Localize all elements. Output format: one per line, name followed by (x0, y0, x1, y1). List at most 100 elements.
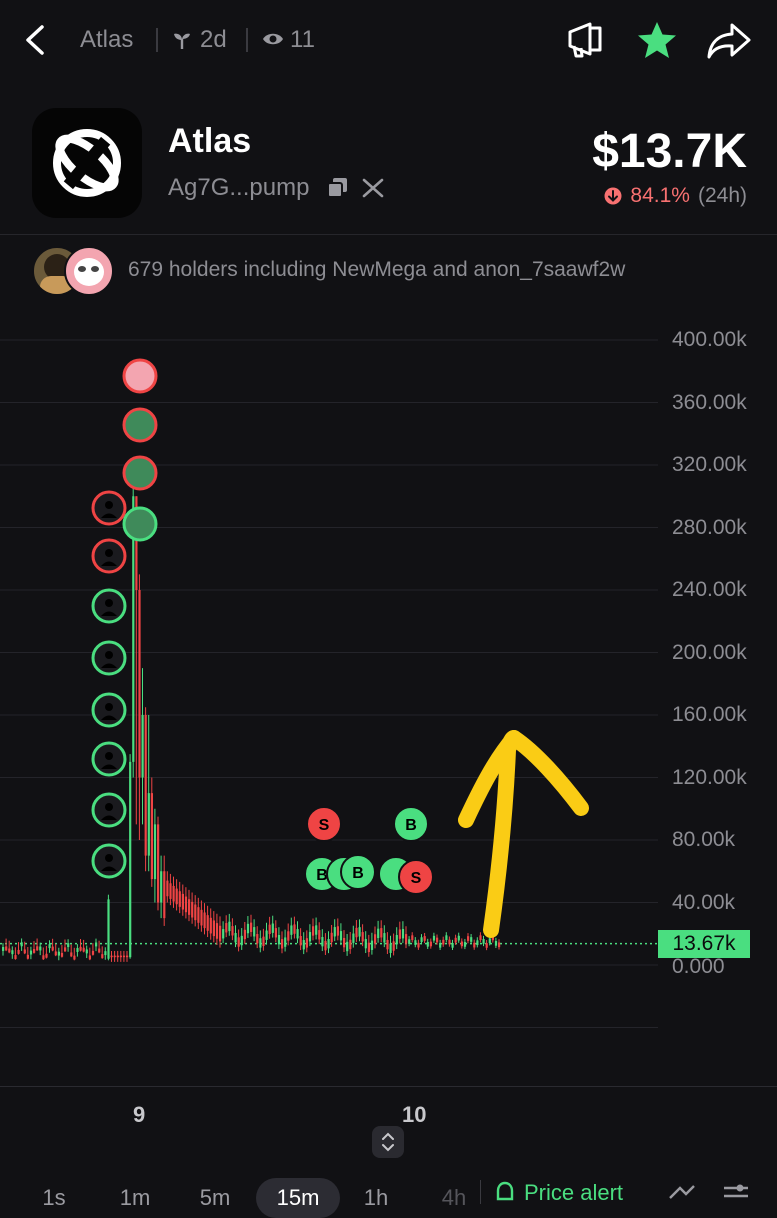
sprout-icon (174, 33, 190, 49)
price-change-row: 84.1% (24h) (604, 184, 747, 208)
token-price: $13.7K (592, 125, 747, 178)
candle (448, 939, 451, 945)
trader-marker-head (105, 803, 113, 811)
back-chevron-left-icon[interactable] (22, 24, 48, 56)
megaphone-icon[interactable] (564, 20, 606, 60)
candle (178, 891, 181, 907)
candle (219, 925, 222, 942)
candle (324, 940, 327, 951)
copy-icon[interactable] (326, 176, 350, 200)
timeframe-15m-selected[interactable]: 15m (256, 1178, 340, 1218)
chart-canvas[interactable]: S B B B S (0, 322, 777, 1092)
candle (355, 927, 358, 938)
expand-chart-button[interactable] (372, 1126, 404, 1158)
x-logo-icon[interactable] (362, 178, 384, 198)
candle (333, 927, 336, 937)
whale-marker (122, 455, 158, 491)
arrow-head-annotation (458, 730, 589, 828)
y-tick-label: 360.00k (672, 391, 747, 414)
timeframe-1m[interactable]: 1m (112, 1178, 158, 1218)
timeframe-5m[interactable]: 5m (192, 1178, 238, 1218)
holders-summary[interactable]: 679 holders including NewMega and anon_7… (128, 258, 625, 282)
candle (212, 920, 215, 937)
x-axis-line (0, 1086, 777, 1087)
candle (126, 955, 129, 958)
candle (432, 935, 436, 941)
y-tick-label: 280.00k (672, 516, 747, 539)
candle (119, 955, 122, 958)
token-name: Atlas (168, 122, 252, 160)
candle (51, 946, 54, 951)
candle (95, 942, 98, 947)
candle (5, 946, 8, 951)
candle (91, 950, 95, 955)
candle (225, 923, 228, 933)
candle (82, 947, 85, 952)
candle (206, 915, 209, 931)
settings-sliders-icon[interactable] (722, 1182, 750, 1200)
candle (113, 955, 116, 958)
price-alert-button[interactable]: Price alert (494, 1180, 623, 1206)
candle (2, 947, 5, 951)
view-count: 11 (290, 26, 315, 53)
y-tick-label: 80.00k (672, 828, 736, 851)
timeframe-1h[interactable]: 1h (356, 1178, 396, 1218)
candle (274, 928, 277, 938)
trader-marker-head (105, 599, 113, 607)
draw-line-icon[interactable] (668, 1184, 696, 1200)
candle (163, 871, 166, 919)
candle (33, 948, 36, 953)
candle (175, 888, 178, 905)
candle (234, 933, 237, 943)
whale-marker (122, 407, 158, 443)
candle (312, 926, 315, 936)
candle (463, 942, 467, 947)
candle (215, 923, 219, 939)
candle (327, 939, 330, 949)
timeframe-4h[interactable]: 4h (434, 1178, 474, 1218)
candle (277, 935, 281, 945)
trader-marker-head (105, 752, 113, 760)
current-price-tag: 13.67k (658, 930, 750, 958)
candle (48, 944, 51, 949)
candle (259, 938, 262, 948)
trader-marker-head (105, 651, 113, 659)
price-change-period: (24h) (697, 184, 747, 207)
candle (426, 941, 429, 947)
candle (256, 934, 259, 944)
candle (470, 937, 473, 942)
candle (20, 942, 23, 947)
trade-bubble-label: S (319, 817, 330, 834)
candle (172, 885, 175, 902)
holder-avatar[interactable] (64, 246, 114, 296)
y-tick-label: 200.00k (672, 641, 747, 664)
star-icon[interactable] (636, 20, 678, 60)
candle (79, 946, 82, 951)
trade-bubble-label: B (316, 867, 328, 884)
candle (11, 950, 14, 955)
candle (383, 933, 386, 943)
token-address[interactable]: Ag7G...pump (168, 174, 309, 202)
candle (262, 936, 265, 947)
candle (302, 940, 305, 950)
timeframe-1s[interactable]: 1s (34, 1178, 74, 1218)
trade-bubble-label: S (411, 870, 422, 887)
candle (36, 946, 39, 951)
candle (57, 951, 60, 956)
candle (401, 929, 405, 939)
candle (380, 928, 383, 938)
trader-marker-head (105, 549, 113, 557)
breadcrumb-title[interactable]: Atlas (80, 26, 133, 54)
candle (243, 929, 246, 940)
price-chart[interactable]: S B B B S (0, 322, 777, 1092)
candle (299, 935, 302, 946)
candle (122, 955, 126, 958)
candle (395, 935, 398, 945)
x-tick-label: 9 (133, 1102, 146, 1127)
candle (498, 942, 501, 948)
candle (237, 937, 240, 947)
share-icon[interactable] (706, 22, 752, 60)
candle (23, 949, 26, 954)
candle (392, 941, 395, 951)
candle (358, 927, 361, 937)
